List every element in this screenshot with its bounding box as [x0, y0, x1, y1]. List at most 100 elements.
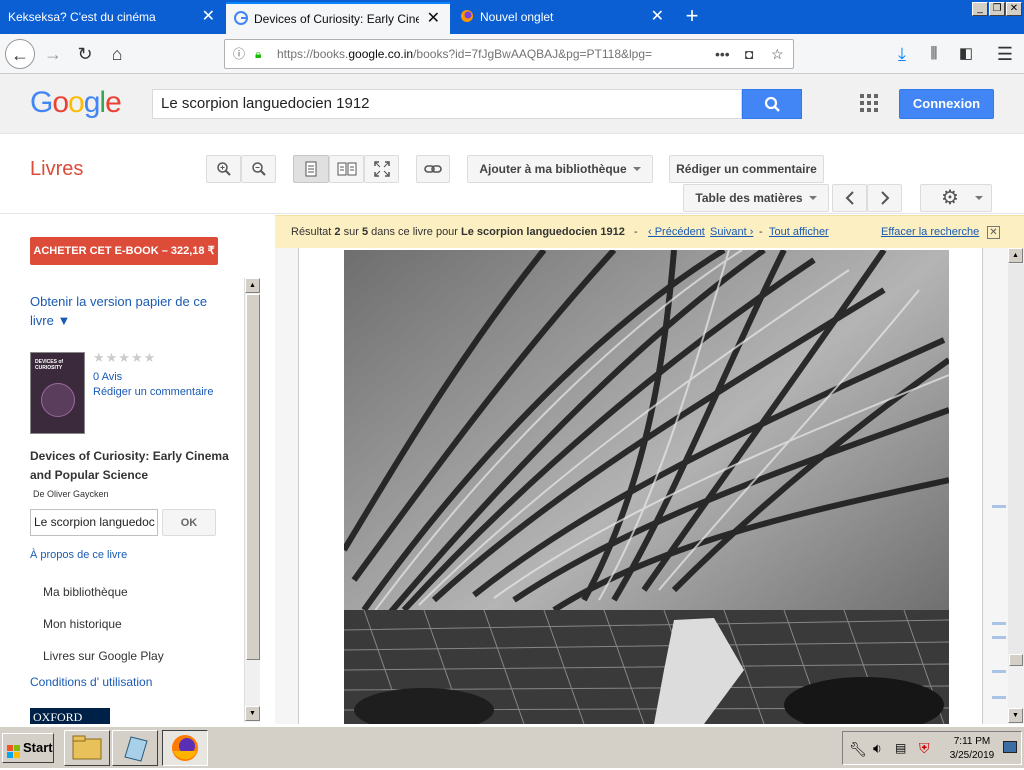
firefox-taskbar-icon[interactable] — [162, 730, 208, 766]
previous-result-link[interactable]: ‹ Précédent — [648, 216, 705, 249]
network-icon[interactable]: ▤ — [895, 741, 906, 755]
reviews-count-link[interactable]: 0 Avis — [93, 371, 122, 383]
search-button[interactable] — [742, 89, 802, 119]
page-photograph — [344, 250, 949, 724]
pocket-icon[interactable]: ◘ — [745, 40, 753, 68]
zoom-in-button[interactable] — [206, 155, 241, 183]
show-all-link[interactable]: Tout afficher — [769, 216, 829, 249]
reload-icon[interactable]: ↻ — [70, 39, 100, 69]
scroll-thumb[interactable] — [1009, 654, 1023, 666]
close-window-icon[interactable]: ✕ — [1006, 2, 1022, 16]
windows-logo-icon — [7, 741, 21, 758]
settings-button[interactable]: ⚙ — [920, 184, 992, 212]
start-button[interactable]: Start — [2, 733, 54, 763]
cover-title: DEVICES of CURIOSITY — [35, 359, 64, 371]
page-actions-icon[interactable]: ••• — [715, 40, 730, 68]
fullscreen-icon — [373, 161, 390, 177]
previous-page-button[interactable] — [832, 184, 867, 212]
volume-icon[interactable]: 🔉︎ — [873, 740, 882, 757]
terms-link[interactable]: Conditions d' utilisation — [30, 675, 152, 689]
chevron-down-icon — [974, 196, 983, 200]
search-hit-marker[interactable] — [992, 670, 1006, 673]
clock-date: 3/25/2019 — [949, 750, 995, 761]
back-icon[interactable]: ← — [5, 39, 35, 69]
url-bar[interactable]: ⓘ 🔒︎ https://books.google.co.in/books?id… — [224, 39, 794, 69]
viewer-scrollbar[interactable]: ▲ ▼ — [1008, 248, 1024, 724]
chevron-left-icon — [845, 191, 854, 205]
scroll-down-icon[interactable]: ▼ — [245, 706, 260, 721]
search-hit-marker[interactable] — [992, 505, 1006, 508]
zoom-out-icon — [251, 162, 266, 176]
next-result-link[interactable]: Suivant › — [710, 216, 753, 249]
clear-search-link[interactable]: Effacer la recherche — [881, 216, 979, 249]
home-icon[interactable]: ⌂ — [102, 39, 132, 69]
search-icon — [764, 96, 780, 112]
write-review-link[interactable]: Rédiger un commentaire — [93, 386, 213, 398]
tab-devices-of-curiosity[interactable]: Devices of Curiosity: Early Cinema ✕ — [226, 2, 450, 34]
url-text[interactable]: https://books.google.co.in/books?id=7fJg… — [277, 40, 687, 68]
signin-button[interactable]: Connexion — [899, 89, 994, 119]
scroll-up-icon[interactable]: ▲ — [245, 278, 260, 293]
notepad-taskbar-icon[interactable] — [112, 730, 158, 766]
apps-grid-icon[interactable] — [860, 94, 878, 112]
zoom-out-button[interactable] — [241, 155, 276, 183]
my-library-link[interactable]: Ma bibliothèque — [43, 585, 128, 599]
scroll-down-icon[interactable]: ▼ — [1008, 708, 1023, 723]
tab-nouvel-onglet[interactable]: Nouvel onglet ✕ — [452, 0, 674, 34]
clock[interactable]: 7:11 PM 3/25/2019 — [947, 735, 997, 763]
library-icon[interactable]: ⫼ — [919, 39, 949, 69]
book-cover[interactable]: DEVICES of CURIOSITY — [30, 352, 85, 434]
table-of-contents-button[interactable]: Table des matières — [683, 184, 829, 212]
result-summary: Résultat 2 sur 5 dans ce livre pour Le s… — [291, 226, 638, 238]
close-tab-icon[interactable]: ✕ — [427, 4, 440, 34]
close-result-bar-icon[interactable]: ✕ — [987, 226, 1000, 239]
sidebar-scrollbar[interactable]: ▲ ▼ — [244, 278, 260, 722]
paper-version-link[interactable]: Obtenir la version papier de ce livre ▼ — [30, 292, 215, 330]
bookmark-star-icon[interactable]: ☆ — [771, 40, 784, 68]
add-to-library-button[interactable]: Ajouter à ma bibliothèque — [467, 155, 653, 183]
forward-icon[interactable]: → — [38, 39, 68, 69]
book-author[interactable]: De Oliver Gaycken — [33, 489, 109, 499]
show-desktop-icon[interactable] — [1003, 741, 1017, 753]
two-page-icon — [337, 162, 356, 176]
downloads-icon[interactable]: ⤓ — [887, 39, 917, 69]
tab-kekseksa[interactable]: Kekseksa? C'est du cinéma ✕ — [0, 0, 225, 34]
play-books-link[interactable]: Livres sur Google Play — [43, 649, 164, 663]
write-review-button[interactable]: Rédiger un commentaire — [669, 155, 824, 183]
two-page-view-button[interactable] — [329, 155, 364, 183]
search-in-book-ok-button[interactable]: OK — [162, 509, 216, 536]
search-hit-marker[interactable] — [992, 696, 1006, 699]
lock-icon[interactable]: 🔒︎ — [255, 40, 261, 68]
new-tab-icon[interactable]: + — [680, 2, 704, 30]
tools-tray-icon[interactable]: 🔧︎ — [849, 741, 867, 758]
close-tab-icon[interactable]: ✕ — [202, 0, 215, 34]
next-page-button[interactable] — [867, 184, 902, 212]
google-logo[interactable]: Google — [30, 86, 122, 120]
scroll-thumb[interactable] — [246, 294, 260, 660]
search-hit-marker[interactable] — [992, 636, 1006, 639]
menu-hamburger-icon[interactable]: ☰ — [990, 39, 1020, 69]
scroll-up-icon[interactable]: ▲ — [1008, 248, 1023, 263]
scroll-track[interactable] — [1008, 264, 1024, 664]
minimize-window-icon[interactable]: _ — [972, 2, 988, 16]
close-tab-icon[interactable]: ✕ — [651, 0, 664, 34]
about-book-link[interactable]: À propos de ce livre — [30, 549, 127, 561]
search-in-book-input[interactable]: Le scorpion languedoc — [30, 509, 158, 536]
google-search-input[interactable]: Le scorpion languedocien 1912 — [152, 89, 742, 119]
sidebar-toggle-icon[interactable]: ◧ — [951, 39, 981, 69]
security-alert-icon[interactable]: ⛨ — [919, 740, 930, 757]
single-page-view-button[interactable] — [293, 155, 329, 183]
system-tray: 🔧︎ 🔉︎ ▤ ⛨ 7:11 PM 3/25/2019 — [842, 731, 1022, 765]
restore-window-icon[interactable]: ❐ — [989, 2, 1005, 16]
my-history-link[interactable]: Mon historique — [43, 617, 122, 631]
fullscreen-button[interactable] — [364, 155, 399, 183]
publisher-logo[interactable]: OXFORD — [30, 708, 110, 724]
rating-stars[interactable]: ★★★★★ — [93, 350, 156, 366]
search-hit-marker[interactable] — [992, 622, 1006, 625]
site-info-icon[interactable]: ⓘ — [233, 40, 245, 68]
file-explorer-taskbar-icon[interactable] — [64, 730, 110, 766]
divider — [0, 213, 1024, 214]
section-title[interactable]: Livres — [30, 158, 83, 181]
buy-ebook-button[interactable]: ACHETER CET E-BOOK – 322,18 ₹ — [30, 237, 218, 265]
link-button[interactable] — [416, 155, 450, 183]
